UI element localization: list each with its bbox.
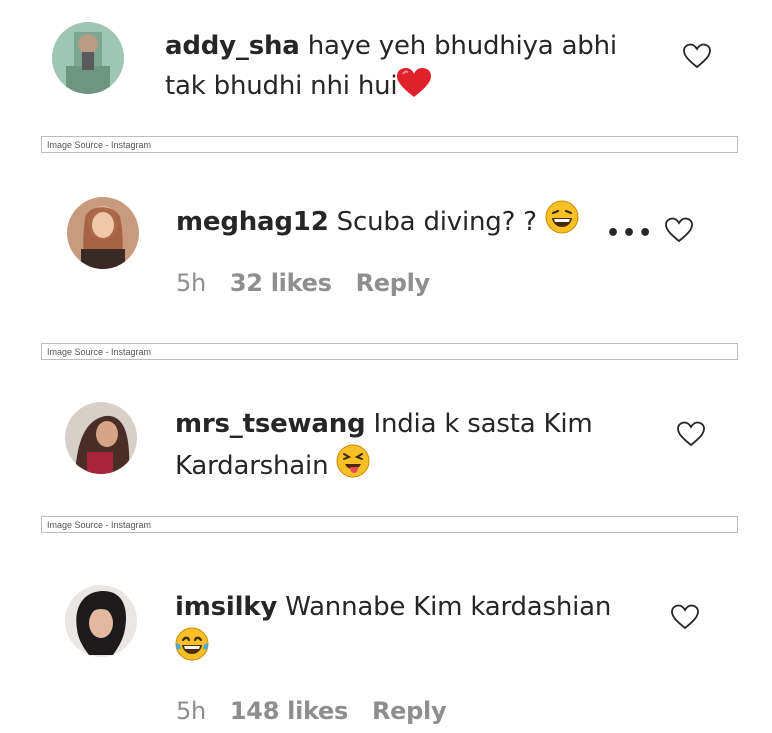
heart-emoji-icon <box>397 68 432 110</box>
comment-imsilky: imsilky Wannabe Kim kardashian 5h 148 lik… <box>0 535 772 733</box>
username[interactable]: addy_sha <box>165 31 300 61</box>
comment-mrs-tsewang: mrs_tsewang India k sasta Kim Kardarshai… <box>0 362 772 512</box>
comment-time: 5h <box>176 269 206 297</box>
reply-button[interactable]: Reply <box>356 269 431 297</box>
avatar[interactable] <box>65 585 137 657</box>
avatar[interactable] <box>67 197 139 269</box>
comment-meghag12: meghag12 Scuba diving? ? ••• 5h 32 likes R… <box>0 155 772 340</box>
comment-body: India k sasta Kim <box>373 409 593 439</box>
comment-meta: 5h 32 likes Reply <box>176 269 454 297</box>
avatar[interactable] <box>52 22 124 94</box>
image-source-label: Image Source - Instagram <box>41 516 738 533</box>
comment-time: 5h <box>176 697 206 725</box>
username[interactable]: imsilky <box>175 592 277 622</box>
like-heart-icon[interactable] <box>682 42 712 70</box>
comment-meta: 5h 148 likes Reply <box>176 697 470 725</box>
tears-of-joy-emoji-icon <box>175 627 209 673</box>
like-heart-icon[interactable] <box>664 216 694 244</box>
reply-button[interactable]: Reply <box>372 697 447 725</box>
comment-text: addy_sha haye yeh bhudhiya abhi tak bhud… <box>165 26 665 110</box>
comment-body: haye yeh bhudhiya abhi <box>307 31 617 61</box>
comment-addy-sha: addy_sha haye yeh bhudhiya abhi tak bhud… <box>0 0 772 130</box>
avatar[interactable] <box>65 402 137 474</box>
like-heart-icon[interactable] <box>676 420 706 448</box>
username[interactable]: meghag12 <box>176 207 329 237</box>
likes-count[interactable]: 32 likes <box>230 269 332 297</box>
comment-body: Wannabe Kim kardashian <box>285 592 612 622</box>
like-heart-icon[interactable] <box>670 603 700 631</box>
comment-text: mrs_tsewang India k sasta Kim Kardarshai… <box>175 404 655 490</box>
comment-text: meghag12 Scuba diving? ? <box>176 200 606 246</box>
comment-body-line2: Kardarshain <box>175 451 329 481</box>
tongue-out-emoji-icon <box>336 444 370 490</box>
image-source-label: Image Source - Instagram <box>41 343 738 360</box>
comment-text: imsilky Wannabe Kim kardashian <box>175 587 655 673</box>
likes-count[interactable]: 148 likes <box>230 697 348 725</box>
comment-body-line2: tak bhudhi nhi hui <box>165 71 398 101</box>
laughing-emoji-icon <box>545 200 579 246</box>
comment-body: Scuba diving? ? <box>336 207 537 237</box>
username[interactable]: mrs_tsewang <box>175 409 366 439</box>
more-options-icon[interactable]: ••• <box>606 221 654 246</box>
image-source-label: Image Source - Instagram <box>41 136 738 153</box>
